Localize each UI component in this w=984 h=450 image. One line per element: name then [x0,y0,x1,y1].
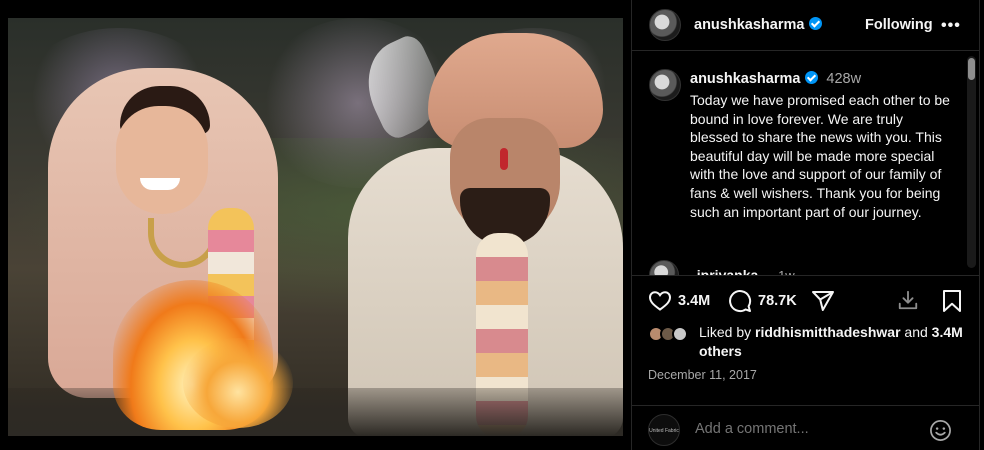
verified-badge-icon [809,17,823,30]
heart-icon[interactable] [648,289,672,313]
photo-fire [183,338,293,428]
caption-text: Today we have promised each other to be … [690,92,950,220]
comment-icon[interactable] [728,289,752,313]
bookmark-icon[interactable] [941,289,963,313]
liked-and-label: and [904,324,928,340]
share-icon[interactable] [811,289,835,313]
scrollbar-thumb[interactable] [968,58,975,80]
post-photo[interactable] [8,18,623,436]
commenter-username[interactable]: _iprivanka_ [689,267,766,275]
download-icon[interactable] [897,289,919,311]
post-side-panel: anushkasharma Following ••• anushkasharm… [631,0,980,450]
comments-scrollbar[interactable] [967,56,976,268]
caption-header: anushkasharma 428w [690,71,861,87]
author-avatar[interactable] [649,9,681,41]
liked-by-user[interactable]: riddhismitthadeshwar [755,324,900,340]
liked-by-label: Liked by [699,324,752,340]
author-username-text[interactable]: anushkasharma [694,17,804,33]
comment-row: _iprivanka_ 1w [649,260,795,275]
save-button[interactable] [941,289,963,313]
liker-avatar[interactable] [672,326,688,342]
caption-timestamp[interactable]: 428w [826,71,861,87]
caption-author-avatar[interactable] [649,69,681,101]
comment-button[interactable]: 78.7K [728,289,797,313]
instagram-post-modal: anushkasharma Following ••• anushkasharm… [0,0,984,450]
window-edge [979,0,984,450]
more-options-icon[interactable]: ••• [941,17,961,35]
current-user-avatar[interactable]: United Fabric [648,414,680,446]
smiley-icon[interactable] [929,419,952,442]
photo-bride-smile [140,178,180,190]
photo-tilak [500,148,508,170]
post-header: anushkasharma Following ••• [632,0,980,51]
photo-bride-face [116,106,208,214]
comment-timestamp[interactable]: 1w [778,268,795,276]
post-media [0,0,631,450]
comment-count[interactable]: 78.7K [758,293,797,309]
post-actions: 3.4M 78.7K Liked by riddhismitthadeshwar… [632,275,980,420]
like-button[interactable]: 3.4M [648,289,710,313]
author-username[interactable]: anushkasharma [694,17,823,33]
comments-section[interactable]: anushkasharma 428w Today we have promised… [632,52,980,275]
download-button[interactable] [897,289,919,311]
action-bar: 3.4M 78.7K [648,289,968,317]
like-count[interactable]: 3.4M [678,293,710,309]
photo-ground [8,388,623,436]
commenter-avatar[interactable] [649,260,679,275]
verified-badge-icon [805,71,819,84]
post-date[interactable]: December 11, 2017 [648,368,757,382]
likes-text: Liked by riddhismitthadeshwar and 3.4M o… [699,323,969,361]
share-button[interactable] [811,289,835,313]
add-comment-input[interactable] [695,421,925,437]
add-comment-bar: United Fabric [632,405,980,450]
caption-username[interactable]: anushkasharma [690,71,800,87]
following-button[interactable]: Following [865,17,933,33]
